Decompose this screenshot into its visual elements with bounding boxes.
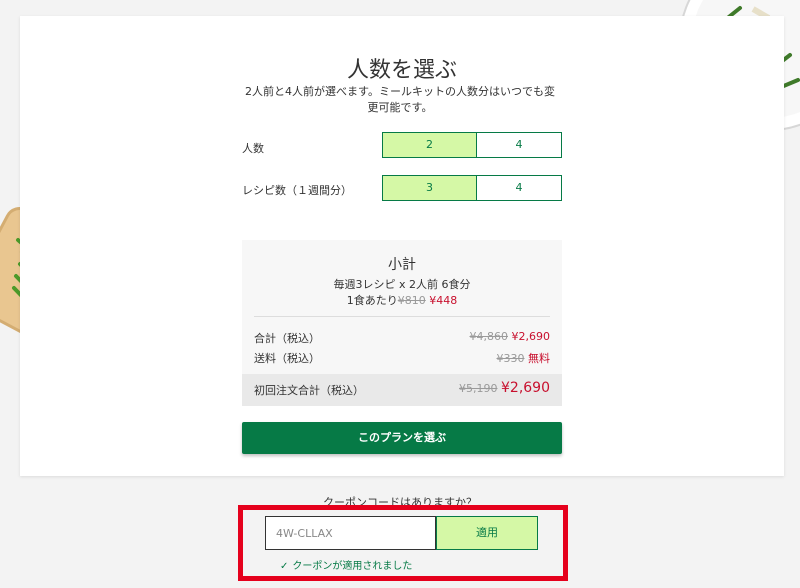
per-meal-label: 1食あたり bbox=[346, 294, 398, 307]
coupon-applied-message: ✓ クーポンが適用されました bbox=[280, 557, 412, 572]
recipes-option-3[interactable]: 3 bbox=[382, 175, 477, 201]
plan-description: 2人前と4人前が選べます。ミールキットの人数分はいつでも変更可能です。 bbox=[245, 85, 555, 114]
coupon-code-input[interactable] bbox=[265, 516, 436, 550]
summary-divider bbox=[254, 316, 550, 317]
shipping-value: ¥330 無料 bbox=[497, 350, 551, 366]
first-order-total-band: 初回注文合計（税込） ¥5,190 ¥2,690 bbox=[242, 374, 562, 406]
per-meal-new-price: ¥448 bbox=[429, 294, 458, 307]
price-summary: 小計 毎週3レシピ x 2人前 6食分 1食あたり¥810 ¥448 合計（税込… bbox=[242, 240, 562, 406]
subtotal-new-price: ¥2,690 bbox=[511, 330, 551, 343]
choose-plan-button[interactable]: このプランを選ぶ bbox=[242, 422, 562, 454]
per-meal-old-price: ¥810 bbox=[397, 294, 426, 307]
summary-plan-text: 毎週3レシピ x 2人前 6食分 bbox=[333, 278, 471, 291]
shipping-label: 送料（税込） bbox=[254, 352, 320, 365]
people-option-2[interactable]: 2 bbox=[382, 132, 477, 158]
recipes-label: レシピ数（１週間分） bbox=[242, 184, 352, 197]
subtotal-value: ¥4,860 ¥2,690 bbox=[470, 330, 551, 343]
recipes-option-4[interactable]: 4 bbox=[476, 175, 562, 201]
apply-coupon-button[interactable]: 適用 bbox=[436, 516, 538, 550]
coupon-applied-text: クーポンが適用されました bbox=[292, 561, 413, 572]
check-icon: ✓ bbox=[280, 561, 289, 572]
first-total-new-price: ¥2,690 bbox=[501, 380, 550, 396]
summary-title: 小計 bbox=[388, 257, 416, 273]
first-total-value: ¥5,190 ¥2,690 bbox=[459, 380, 550, 396]
first-total-label: 初回注文合計（税込） bbox=[254, 384, 364, 397]
subtotal-label: 合計（税込） bbox=[254, 332, 320, 345]
page-title: 人数を選ぶ bbox=[346, 58, 457, 83]
people-label: 人数 bbox=[242, 142, 264, 155]
per-meal-price: 1食あたり¥810 ¥448 bbox=[242, 292, 562, 308]
first-total-old-price: ¥5,190 bbox=[459, 382, 498, 395]
shipping-old-price: ¥330 bbox=[496, 352, 525, 365]
shipping-free: 無料 bbox=[528, 352, 550, 365]
people-option-4[interactable]: 4 bbox=[476, 132, 562, 158]
subtotal-old-price: ¥4,860 bbox=[469, 330, 509, 343]
